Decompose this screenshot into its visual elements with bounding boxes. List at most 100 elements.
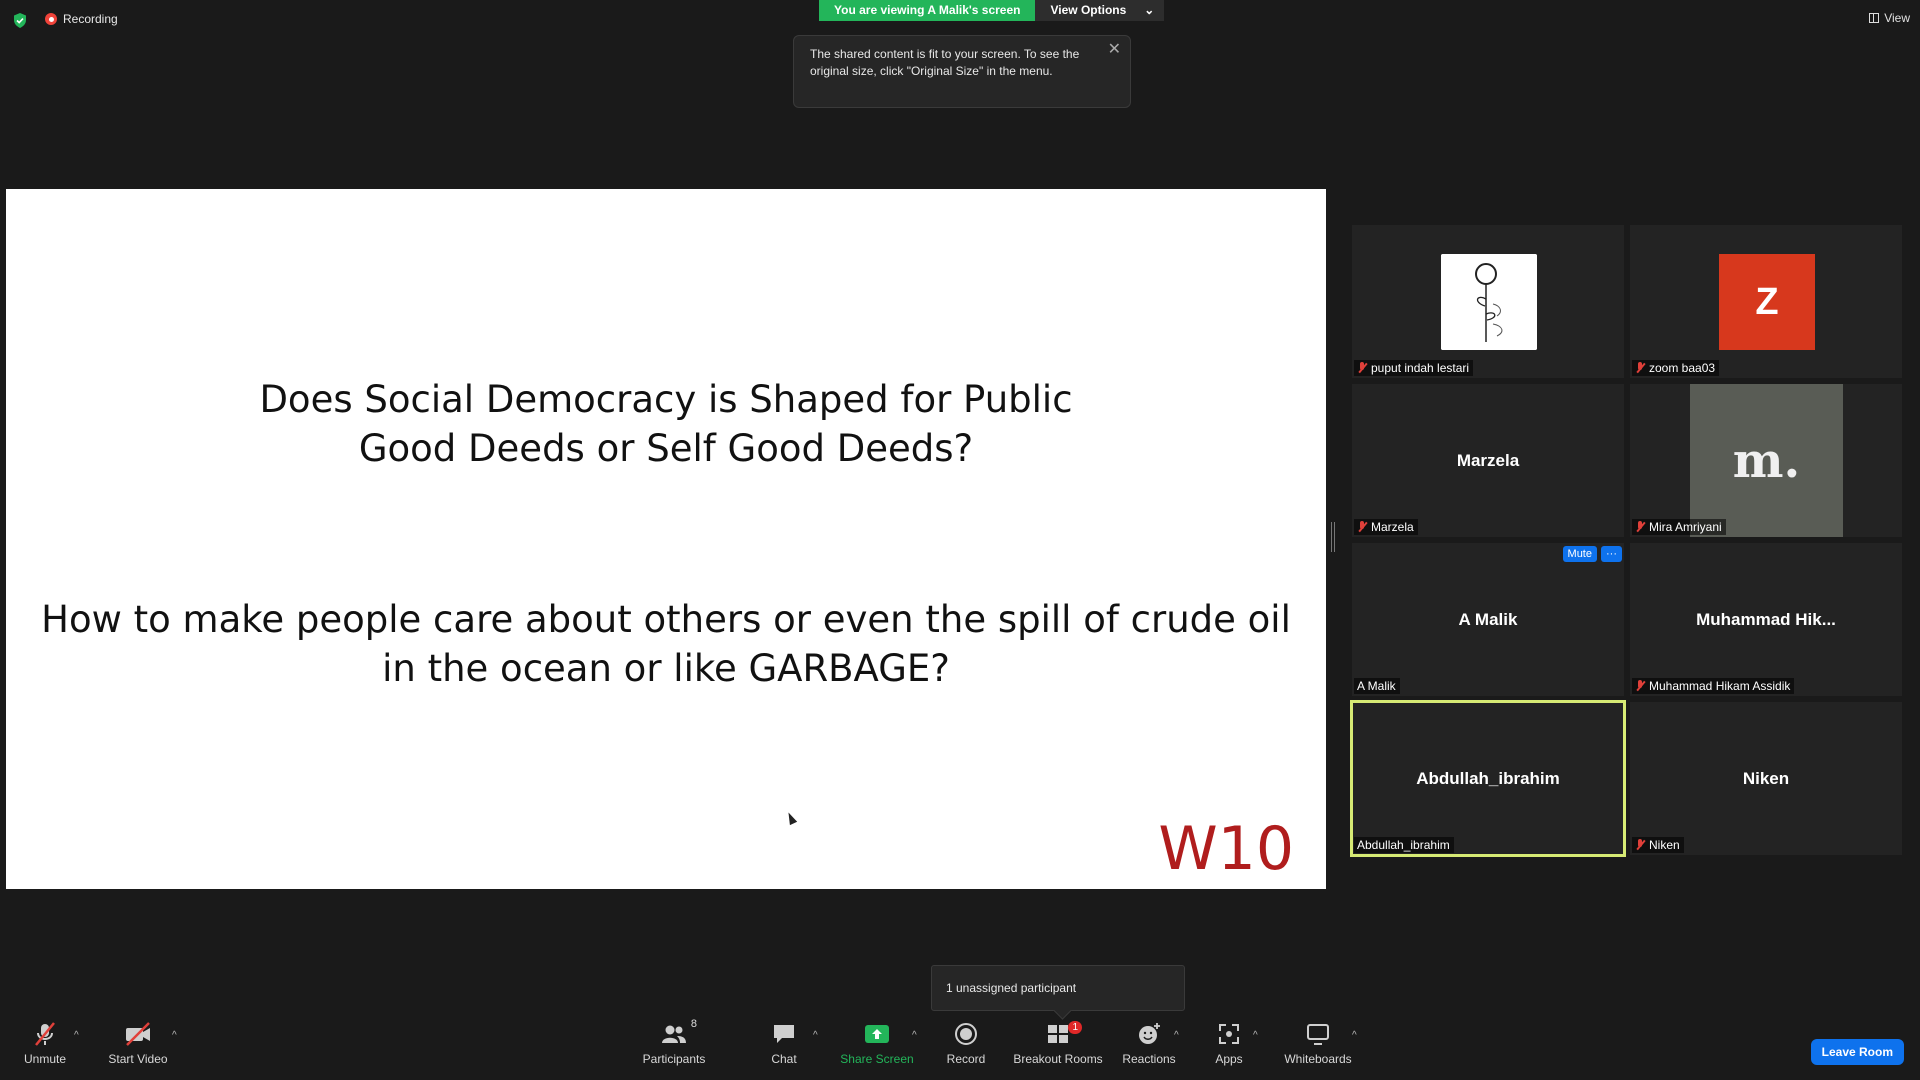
gallery-view-icon xyxy=(1869,13,1880,23)
record-icon xyxy=(955,1023,977,1045)
notification-text: The shared content is fit to your screen… xyxy=(810,47,1080,78)
record-label: Record xyxy=(946,1052,986,1066)
participant-label: zoom baa03 xyxy=(1632,360,1720,376)
participant-display-name: Muhammad Hik... xyxy=(1696,609,1836,629)
mic-muted-icon xyxy=(1357,362,1367,374)
record-button[interactable]: Record xyxy=(921,1020,1011,1066)
mic-muted-icon xyxy=(1635,521,1645,533)
participant-tile[interactable]: m. Mira Amriyani xyxy=(1630,384,1902,537)
microphone-muted-icon xyxy=(35,1022,55,1046)
apps-button[interactable]: Apps xyxy=(1184,1020,1274,1066)
participant-label: puput indah lestari xyxy=(1354,360,1474,376)
participant-name: Marzela xyxy=(1371,520,1414,534)
view-options-label: View Options xyxy=(1050,3,1127,17)
reactions-icon xyxy=(1139,1023,1160,1044)
chat-icon xyxy=(774,1025,794,1043)
video-off-icon xyxy=(126,1022,150,1046)
mic-muted-icon xyxy=(1635,839,1645,851)
share-screen-icon xyxy=(865,1025,889,1043)
participants-button[interactable]: 8 Participants xyxy=(629,1018,719,1066)
participant-tile[interactable]: Muhammad Hik... Muhammad Hikam Assidik xyxy=(1630,543,1902,696)
participant-tile[interactable]: puput indah lestari xyxy=(1352,225,1624,378)
participant-tile[interactable]: Z zoom baa03 xyxy=(1630,225,1902,378)
apps-options-caret-icon[interactable]: ^ xyxy=(1253,1030,1258,1041)
chat-label: Chat xyxy=(771,1052,797,1066)
participant-tile[interactable]: Niken Niken xyxy=(1630,702,1902,855)
mouse-cursor-icon xyxy=(784,810,798,826)
participant-name: Mira Amriyani xyxy=(1649,520,1722,534)
slide-question-2-line-2: in the ocean or like GARBAGE? xyxy=(382,647,950,690)
reactions-button[interactable]: Reactions xyxy=(1104,1020,1194,1066)
participant-display-name: Abdullah_ibrahim xyxy=(1416,768,1560,788)
security-shield-icon[interactable] xyxy=(13,13,27,28)
share-screen-button[interactable]: Share Screen xyxy=(832,1020,922,1066)
participant-name: Niken xyxy=(1649,838,1680,852)
mic-muted-icon xyxy=(1635,680,1645,692)
whiteboard-icon xyxy=(1307,1024,1329,1045)
unmute-label: Unmute xyxy=(23,1052,67,1066)
view-button[interactable]: View xyxy=(1869,11,1910,25)
chat-options-caret-icon[interactable]: ^ xyxy=(813,1030,818,1041)
participant-label: Abdullah_ibrahim xyxy=(1354,837,1454,853)
participant-name: Muhammad Hikam Assidik xyxy=(1649,679,1791,693)
share-screen-label: Share Screen xyxy=(840,1052,914,1066)
start-video-button[interactable]: Start Video xyxy=(93,1020,183,1066)
participant-display-name: A Malik xyxy=(1458,609,1518,629)
participant-name: Abdullah_ibrahim xyxy=(1357,838,1450,852)
reactions-label: Reactions xyxy=(1122,1052,1176,1066)
recording-icon xyxy=(45,13,57,25)
participant-tile[interactable]: Mute ··· A Malik A Malik xyxy=(1352,543,1624,696)
participant-name: zoom baa03 xyxy=(1649,361,1716,375)
participant-label: A Malik xyxy=(1354,678,1400,694)
profile-picture xyxy=(1441,254,1537,350)
view-options-button[interactable]: View Options ⌄ xyxy=(1035,0,1165,21)
shared-screen[interactable]: Does Social Democracy is Shaped for Publ… xyxy=(6,189,1326,889)
participants-label: Participants xyxy=(642,1052,706,1066)
reactions-options-caret-icon[interactable]: ^ xyxy=(1174,1030,1179,1041)
apps-icon xyxy=(1219,1024,1239,1044)
apps-label: Apps xyxy=(1215,1052,1243,1066)
chat-button[interactable]: Chat xyxy=(739,1020,829,1066)
participant-display-name: Niken xyxy=(1742,768,1790,788)
slide-week-tag: W10 xyxy=(1158,814,1294,884)
participant-display-name: Marzela xyxy=(1456,450,1520,470)
tile-actions: Mute ··· xyxy=(1562,546,1622,562)
breakout-rooms-icon xyxy=(1048,1025,1068,1043)
leave-room-button[interactable]: Leave Room xyxy=(1810,1039,1904,1065)
whiteboards-options-caret-icon[interactable]: ^ xyxy=(1352,1030,1357,1041)
participant-label: Marzela xyxy=(1354,519,1418,535)
slide-question-2-line-1: How to make people care about others or … xyxy=(41,598,1291,641)
share-options-caret-icon[interactable]: ^ xyxy=(912,1030,917,1041)
screen-share-banner: You are viewing A Malik's screen View Op… xyxy=(819,0,1165,21)
meeting-toolbar: Unmute ^ Start Video ^ 8 Participants Ch… xyxy=(0,1018,1920,1080)
panel-resize-handle[interactable] xyxy=(1331,522,1335,552)
avatar: Z xyxy=(1719,254,1815,350)
start-video-label: Start Video xyxy=(108,1052,168,1066)
breakout-rooms-button[interactable]: 1 Breakout Rooms xyxy=(1013,1020,1103,1066)
more-options-button[interactable]: ··· xyxy=(1601,546,1622,562)
video-options-caret-icon[interactable]: ^ xyxy=(172,1030,177,1041)
slide-question-1-line-2: Good Deeds or Self Good Deeds? xyxy=(358,427,974,470)
participant-name: puput indah lestari xyxy=(1371,361,1470,375)
slide-question-1: Does Social Democracy is Shaped for Publ… xyxy=(6,375,1326,473)
mute-button[interactable]: Mute xyxy=(1562,546,1597,562)
whiteboards-button[interactable]: Whiteboards xyxy=(1273,1020,1363,1066)
participant-label: Niken xyxy=(1632,837,1684,853)
participant-label: Mira Amriyani xyxy=(1632,519,1726,535)
slide-question-1-line-1: Does Social Democracy is Shaped for Publ… xyxy=(259,378,1073,421)
unmute-button[interactable]: Unmute xyxy=(0,1020,90,1066)
profile-logo: m. xyxy=(1690,384,1843,537)
participant-tile[interactable]: Marzela Marzela xyxy=(1352,384,1624,537)
unassigned-participant-tooltip: 1 unassigned participant xyxy=(931,965,1185,1011)
participant-name: A Malik xyxy=(1357,679,1396,693)
mic-muted-icon xyxy=(1357,521,1367,533)
viewing-label: You are viewing A Malik's screen xyxy=(819,0,1036,21)
close-icon[interactable]: ✕ xyxy=(1108,41,1121,58)
audio-options-caret-icon[interactable]: ^ xyxy=(74,1030,79,1041)
participants-icon xyxy=(662,1025,686,1043)
slide-question-2: How to make people care about others or … xyxy=(6,595,1326,693)
breakout-rooms-label: Breakout Rooms xyxy=(1013,1052,1103,1066)
chevron-down-icon: ⌄ xyxy=(1144,3,1155,17)
participant-tile-active-speaker[interactable]: Abdullah_ibrahim Abdullah_ibrahim xyxy=(1350,700,1626,857)
recording-indicator[interactable]: Recording xyxy=(45,12,118,26)
